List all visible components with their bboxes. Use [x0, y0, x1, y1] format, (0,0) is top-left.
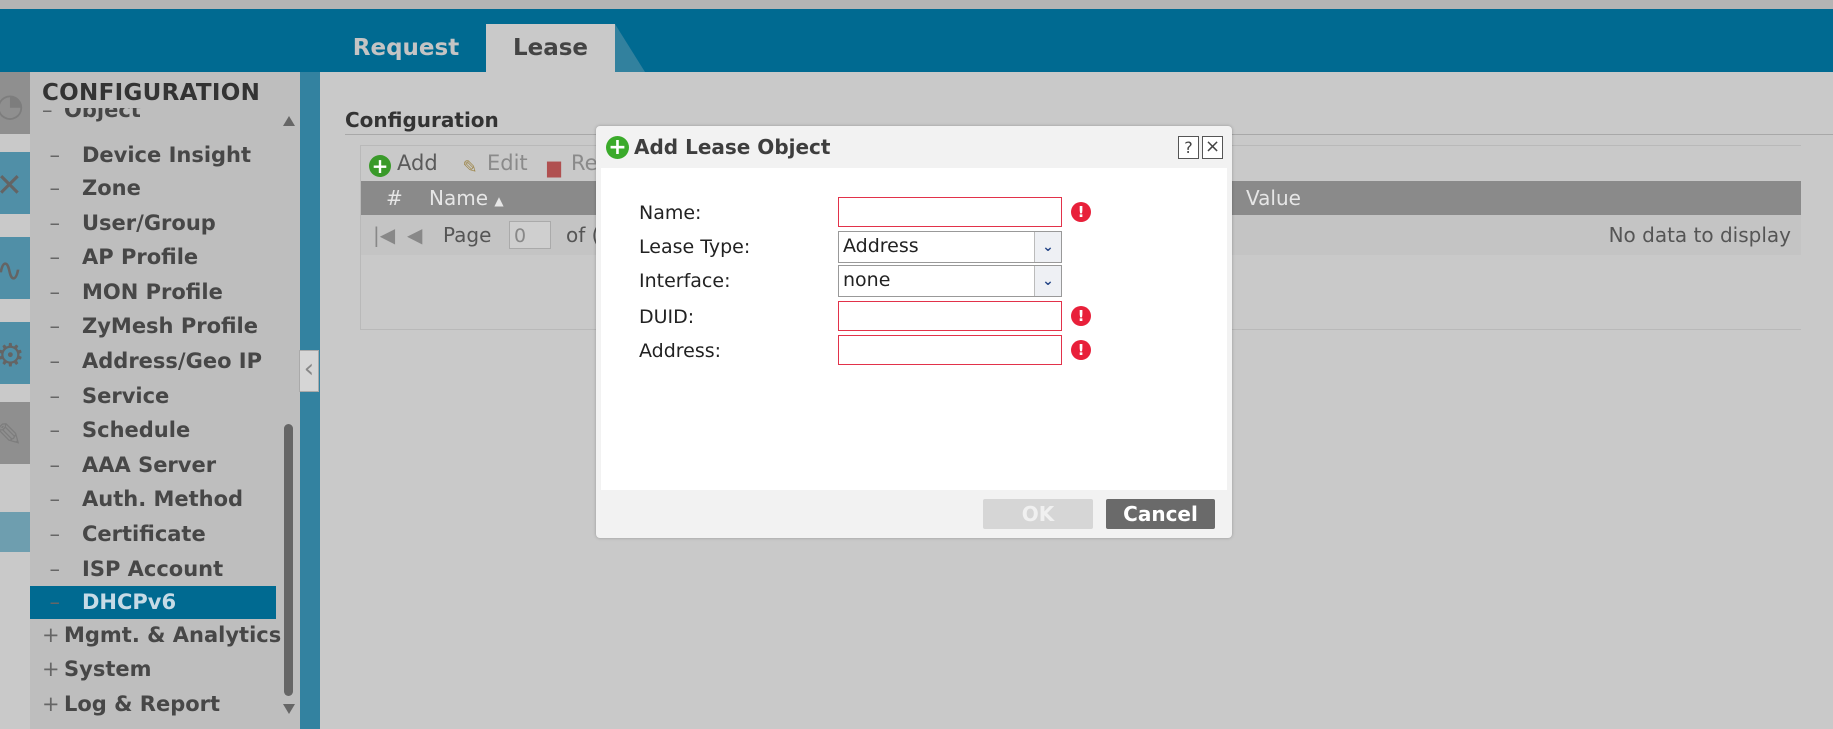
sidebar-item-isp-account[interactable]: – ISP Account: [30, 553, 276, 586]
nav-icon-strip: ◔ ✕ ∿ ⚙ ✎: [0, 72, 30, 729]
lease-type-select[interactable]: Address ⌄: [838, 231, 1062, 263]
sidebar-item-dhcpv6[interactable]: – DHCPv6: [30, 586, 276, 619]
interface-label: Interface:: [639, 270, 731, 292]
sort-asc-icon: ▲: [494, 194, 504, 208]
chevron-down-icon[interactable]: ⌄: [1034, 266, 1061, 296]
lease-type-value: Address: [843, 235, 919, 257]
dialog-title: Add Lease Object: [634, 135, 831, 159]
add-icon: +: [369, 155, 391, 177]
close-icon[interactable]: ×: [1202, 136, 1223, 159]
interface-value: none: [843, 269, 891, 291]
sidebar-item-auth-method[interactable]: – Auth. Method: [30, 483, 276, 516]
tab-lease[interactable]: Lease: [486, 24, 615, 72]
lease-type-label: Lease Type:: [639, 236, 751, 258]
column-hash: #: [386, 186, 403, 210]
page-label: Page: [443, 223, 492, 247]
sidebar-item-aaa-server[interactable]: – AAA Server: [30, 449, 276, 482]
dashboard-icon[interactable]: ◔: [0, 72, 30, 134]
sidebar-item-device-insight[interactable]: – Device Insight: [30, 139, 276, 172]
column-name[interactable]: Name ▲: [429, 181, 504, 218]
sidebar-item-service[interactable]: – Service: [30, 380, 276, 413]
name-error-icon: !: [1071, 202, 1091, 222]
collapse-minus-icon[interactable]: –: [42, 108, 64, 127]
sidebar-item-user-group[interactable]: – User/Group: [30, 207, 276, 240]
address-error-icon: !: [1071, 340, 1091, 360]
sidebar-item-address-geo-ip[interactable]: – Address/Geo IP: [30, 345, 276, 378]
sidebar-item-zone[interactable]: – Zone: [30, 172, 276, 205]
chevron-down-icon[interactable]: ⌄: [1034, 232, 1061, 262]
monitor-icon[interactable]: ∿: [0, 237, 30, 299]
collapse-sidebar-button[interactable]: ‹: [299, 350, 319, 392]
gear-icon[interactable]: ⚙: [0, 322, 30, 384]
header-banner: [0, 9, 1833, 72]
ok-button[interactable]: OK: [983, 499, 1093, 529]
interface-select[interactable]: none ⌄: [838, 265, 1062, 297]
sidebar-item-log-report[interactable]: + Log & Report: [30, 688, 276, 721]
scroll-thumb[interactable]: [284, 424, 293, 696]
address-input[interactable]: [838, 335, 1062, 365]
sidebar-item-system[interactable]: + System: [30, 653, 276, 686]
first-page-icon[interactable]: |◀: [373, 215, 395, 255]
sidebar-item-mon-profile[interactable]: – MON Profile: [30, 276, 276, 309]
add-button[interactable]: + Add: [369, 151, 438, 177]
sidebar-title: CONFIGURATION: [42, 80, 261, 106]
name-input[interactable]: [838, 197, 1062, 227]
cancel-button[interactable]: Cancel: [1106, 499, 1215, 529]
add-icon: +: [606, 136, 629, 159]
tools-icon[interactable]: ✕: [0, 152, 30, 214]
dialog-header[interactable]: + Add Lease Object ? ×: [596, 126, 1232, 168]
strip-decoration: [0, 512, 30, 552]
duid-label: DUID:: [639, 306, 695, 328]
sidebar-item-certificate[interactable]: – Certificate: [30, 518, 276, 551]
page-of-label: of (: [566, 223, 600, 247]
add-lease-object-dialog: + Add Lease Object ? × Name: ! Lease Typ…: [596, 126, 1232, 538]
empty-message: No data to display: [1608, 223, 1791, 247]
sidebar-item-mgmt-analytics[interactable]: + Mgmt. & Analytics: [30, 619, 281, 652]
page-number-input[interactable]: 0: [509, 221, 551, 249]
name-label: Name:: [639, 202, 702, 224]
top-strip: [0, 0, 1833, 9]
maintenance-icon[interactable]: ✎: [0, 402, 30, 464]
sidebar-item-schedule[interactable]: – Schedule: [30, 414, 276, 447]
trash-icon: ▆: [547, 157, 561, 178]
duid-error-icon: !: [1071, 306, 1091, 326]
help-icon[interactable]: ?: [1178, 136, 1199, 159]
prev-page-icon[interactable]: ◀: [407, 215, 422, 255]
dialog-footer: OK Cancel: [596, 490, 1232, 538]
sidebar-edge: [300, 72, 320, 729]
column-value[interactable]: Value: [1246, 181, 1301, 215]
sidebar-item-object[interactable]: – Object: [30, 108, 276, 127]
sidebar-item-zymesh-profile[interactable]: – ZyMesh Profile: [30, 310, 276, 343]
sidebar-scrollbar[interactable]: [276, 108, 300, 729]
address-label: Address:: [639, 340, 722, 362]
dialog-body: Name: ! Lease Type: Address ⌄ Interface:…: [601, 168, 1227, 490]
remove-button[interactable]: ▆ Re: [543, 151, 598, 179]
tab-request[interactable]: Request: [335, 24, 477, 72]
tab-notch: [615, 24, 645, 72]
expand-plus-icon[interactable]: +: [42, 688, 64, 721]
edit-button[interactable]: ✎ Edit: [459, 151, 527, 179]
edit-icon: ✎: [462, 157, 478, 178]
scroll-down-arrow-icon[interactable]: [283, 704, 295, 714]
duid-input[interactable]: [838, 301, 1062, 331]
expand-plus-icon[interactable]: +: [42, 653, 64, 686]
scroll-up-arrow-icon[interactable]: [283, 116, 295, 126]
section-title: Configuration: [345, 108, 499, 132]
expand-plus-icon[interactable]: +: [42, 619, 64, 652]
sidebar-item-ap-profile[interactable]: – AP Profile: [30, 241, 276, 274]
